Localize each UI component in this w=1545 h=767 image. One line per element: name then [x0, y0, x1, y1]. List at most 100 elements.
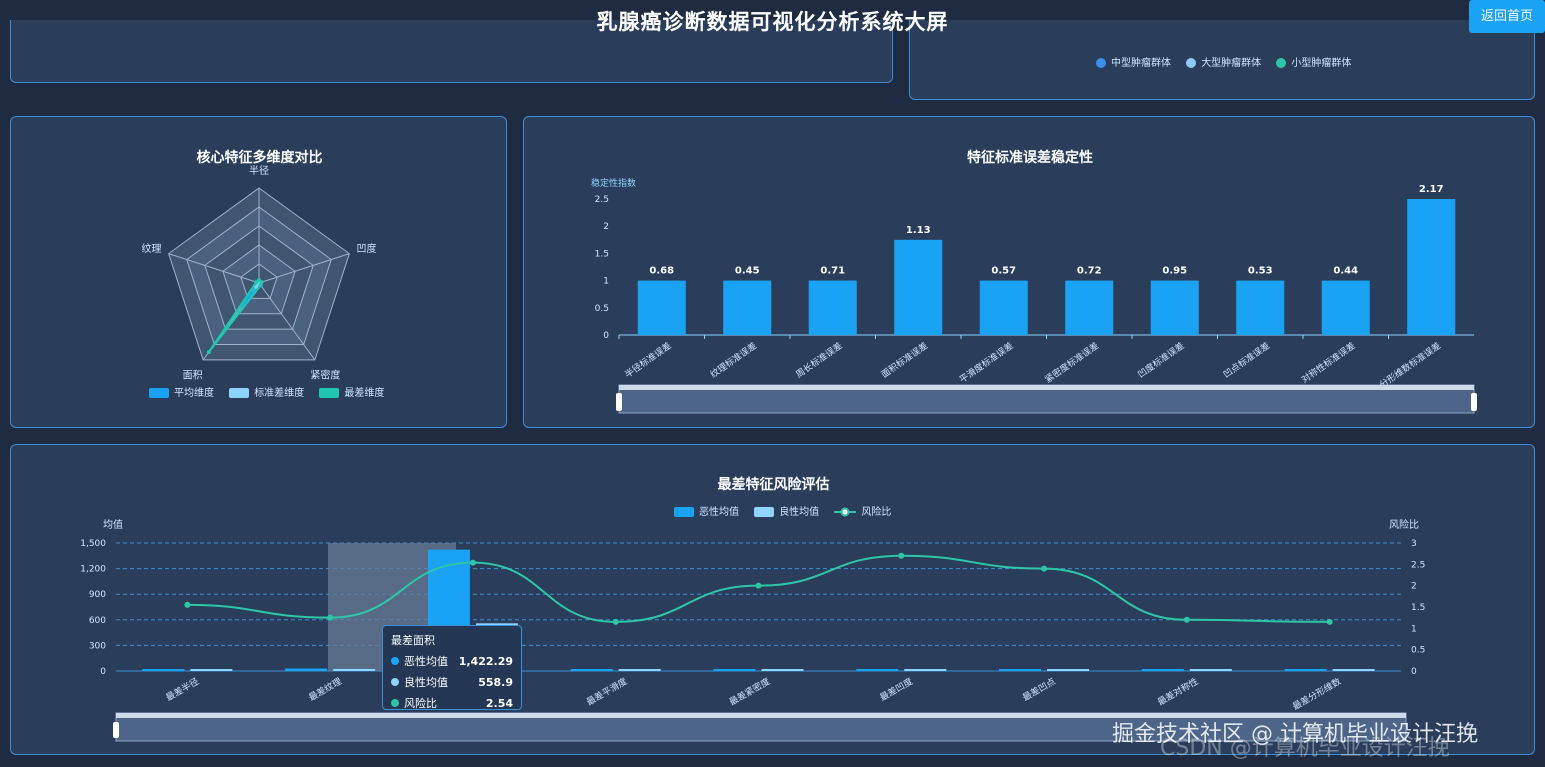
combo-bar-malignant	[999, 669, 1042, 671]
legend-item[interactable]: 大型肿瘤群体	[1186, 54, 1261, 69]
bar-data-label: 0.71	[820, 266, 845, 277]
combo-ytick-right: 0	[1411, 667, 1417, 677]
tooltip-title: 最差面积	[391, 634, 435, 647]
bar	[1321, 280, 1370, 335]
bar	[1150, 280, 1199, 335]
combo-x-label: 最差半径	[164, 675, 201, 703]
combo-bar-benign	[1189, 669, 1232, 671]
radar-point	[258, 283, 263, 288]
tooltip-label: 良性均值	[404, 676, 448, 689]
combo-risk-point	[898, 552, 905, 559]
combo-risk-point	[469, 559, 476, 566]
combo-bar-benign	[1047, 669, 1090, 671]
combo-ytick-left: 0	[100, 667, 106, 677]
combo-risk-point	[327, 614, 334, 621]
bar	[637, 280, 686, 335]
watermark: 掘金技术社区 @ 计算机毕业设计汪挽	[1112, 722, 1478, 747]
combo-x-label: 最差分形维数	[1290, 675, 1343, 712]
chart-tooltip: 最差面积 恶性均值 1,422.29 良性均值 558.9 风险比 2.54	[382, 625, 522, 710]
combo-ytick-left: 900	[89, 590, 106, 600]
bar-x-label: 纹理标准误差	[708, 340, 759, 381]
combo-bar-benign	[1332, 669, 1375, 671]
bar	[979, 280, 1028, 335]
radar-axis-label: 凹度	[356, 242, 376, 255]
bar-x-label: 凹点标准误差	[1221, 340, 1272, 381]
bar-data-label: 0.44	[1333, 266, 1358, 277]
combo-ytick-right: 2	[1411, 582, 1417, 592]
radar-chart: 半径凹度紧密度 面积 纹理	[142, 164, 377, 381]
combo-ytick-right: 0.5	[1411, 646, 1425, 656]
combo-risk-point	[1041, 565, 1048, 572]
top-right-legend: 中型肿瘤群体 大型肿瘤群体 小型肿瘤群体	[1096, 54, 1363, 69]
legend-item[interactable]: 标准差维度	[229, 384, 304, 399]
bar	[723, 280, 772, 335]
tooltip-value: 558.9	[478, 675, 513, 689]
combo-bar-benign	[333, 668, 376, 671]
bar-x-label: 周长标准误差	[793, 340, 844, 381]
tooltip-row: 风险比 2.54	[391, 695, 513, 711]
combo-ytick-right: 1	[1411, 624, 1417, 634]
legend-swatch-icon	[149, 388, 169, 398]
bar-panel: 特征标准误差稳定性 稳定性指数 0 0.5 1 1.5 2 2.5 0.68 半径标准误差 0.4…	[523, 116, 1535, 428]
bar-ylabel: 稳定性指数	[591, 177, 636, 189]
legend-swatch-icon	[229, 388, 250, 398]
combo-bar-malignant	[713, 669, 756, 671]
combo-ytick-left: 300	[89, 641, 106, 651]
combo-risk-point	[1183, 616, 1190, 623]
combo-ytick-right: 1.5	[1411, 603, 1425, 613]
bar-data-label: 1.13	[906, 225, 931, 236]
legend-item[interactable]: 最差维度	[319, 384, 384, 399]
combo-bar-malignant	[285, 668, 328, 671]
combo-bar-malignant	[142, 669, 185, 671]
combo-x-label: 最差对称性	[1155, 675, 1200, 708]
legend-swatch-icon	[319, 388, 340, 398]
bar	[1407, 199, 1456, 335]
legend-label: 小型肿瘤群体	[1291, 58, 1352, 69]
combo-ytick-right: 2.5	[1411, 560, 1425, 570]
header: 乳腺癌诊断数据可视化分析系统大屏 返回首页	[0, 0, 1545, 40]
bar	[808, 280, 857, 335]
bar-ytick-label: 1.5	[595, 249, 609, 259]
bar-zoom-handle-bar	[619, 385, 1474, 390]
legend-label: 大型肿瘤群体	[1201, 58, 1262, 69]
tooltip-dot-icon	[391, 699, 399, 707]
radar-legend: 平均维度 标准差维度 最差维度	[149, 384, 396, 399]
bar-data-label: 0.53	[1248, 266, 1273, 277]
combo-bar-benign	[618, 669, 661, 671]
bar-data-label: 0.72	[1077, 266, 1102, 277]
legend-dot-icon	[1276, 58, 1287, 68]
combo-bar-benign	[904, 669, 947, 671]
bar-x-label: 对称性标准误差	[1299, 340, 1358, 386]
bar-ytick-label: 2.5	[595, 195, 609, 205]
bar-x-label: 平滑度标准误差	[957, 340, 1016, 386]
tooltip-row: 恶性均值 1,422.29	[391, 653, 513, 669]
combo-ytick-right: 3	[1411, 539, 1417, 549]
bar-chart: 稳定性指数 0 0.5 1 1.5 2 2.5 0.68 半径标准误差 0.45 纹理标准误差 0.7…	[591, 177, 1477, 414]
bar-zoom-handle-left	[616, 393, 622, 411]
radar-axis-label: 紧密度	[310, 368, 340, 381]
legend-dot-icon	[1096, 58, 1106, 68]
back-home-button[interactable]: 返回首页	[1469, 0, 1545, 33]
combo-ylabel-left: 均值	[103, 518, 123, 531]
bar-ytick-label: 2	[603, 222, 609, 232]
combo-ylabel-right: 风险比	[1389, 518, 1419, 531]
tooltip-row: 良性均值 558.9	[391, 674, 513, 690]
combo-x-label: 最差凹度	[878, 675, 915, 703]
bar-ytick-label: 0	[603, 331, 609, 341]
combo-bar-malignant	[570, 669, 613, 671]
bar-ytick-label: 0.5	[595, 304, 609, 314]
legend-item[interactable]: 中型肿瘤群体	[1096, 54, 1171, 69]
combo-bar-benign	[761, 669, 804, 671]
radar-point	[254, 280, 259, 285]
legend-item[interactable]: 平均维度	[149, 384, 214, 399]
combo-ytick-left: 1,500	[80, 539, 106, 549]
legend-item[interactable]: 小型肿瘤群体	[1276, 54, 1351, 69]
combo-x-label: 最差纹理	[306, 675, 343, 703]
combo-risk-point	[1326, 618, 1333, 625]
bar	[1065, 280, 1114, 335]
legend-label: 最差维度	[344, 388, 385, 399]
combo-risk-point	[755, 582, 762, 589]
radar-axis-label: 半径	[249, 164, 269, 177]
bar-zoom-handle-right	[1471, 393, 1477, 411]
combo-bar-malignant	[1141, 669, 1184, 671]
